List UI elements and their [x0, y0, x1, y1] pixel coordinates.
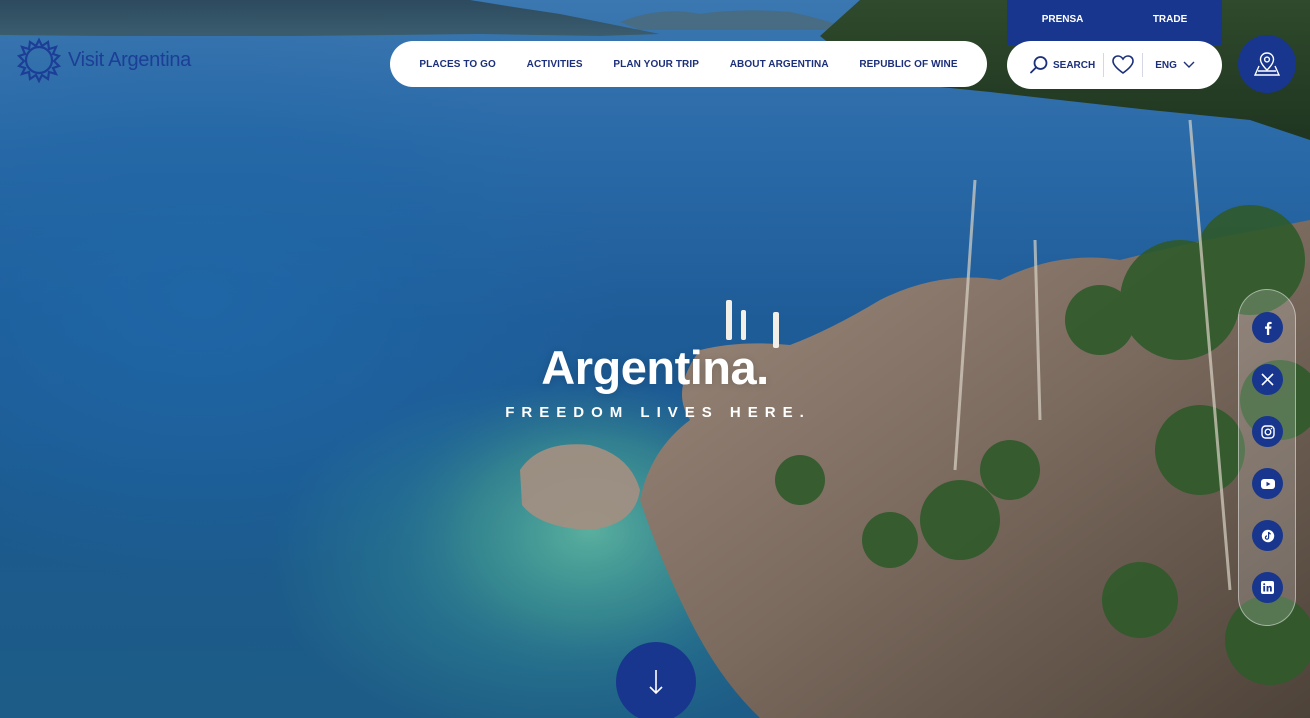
divider	[1103, 53, 1105, 77]
arrow-down-icon	[649, 670, 663, 695]
nav-item-about-argentina[interactable]: ABOUT ARGENTINA	[730, 59, 829, 70]
nav-item-places-to-go[interactable]: PLACES TO GO	[419, 59, 496, 70]
social-rail	[1238, 289, 1296, 626]
sun-logo-icon	[16, 37, 62, 83]
linkedin-icon	[1261, 581, 1274, 594]
favorites-button[interactable]	[1112, 55, 1135, 75]
language-selector[interactable]: ENG	[1155, 60, 1195, 71]
instagram-link[interactable]	[1252, 416, 1283, 447]
map-pin-icon	[1253, 52, 1281, 76]
x-link[interactable]	[1252, 364, 1283, 395]
nav-item-activities[interactable]: ACTIVITIES	[527, 59, 583, 70]
x-icon	[1261, 373, 1274, 386]
nav-item-republic-of-wine[interactable]: REPUBLIC OF WINE	[859, 59, 957, 70]
logo-text: Visit Argentina	[68, 48, 191, 71]
search-icon	[1030, 56, 1048, 74]
nav-item-plan-your-trip[interactable]: PLAN YOUR TRIP	[613, 59, 699, 70]
search-button[interactable]: SEARCH	[1029, 55, 1095, 75]
hero-tagline: FREEDOM LIVES HERE.	[505, 404, 811, 421]
linkedin-link[interactable]	[1252, 572, 1283, 603]
top-links: PRENSA TRADE	[1007, 0, 1222, 45]
tiktok-link[interactable]	[1252, 520, 1283, 551]
main-nav: PLACES TO GO ACTIVITIES PLAN YOUR TRIP A…	[390, 41, 987, 87]
divider	[1142, 53, 1144, 77]
youtube-icon	[1260, 478, 1275, 489]
trade-link[interactable]: TRADE	[1153, 14, 1187, 25]
heart-icon	[1112, 55, 1135, 74]
hero-title: Argentina.	[541, 341, 769, 394]
scroll-down-button[interactable]	[616, 642, 696, 718]
language-label: ENG	[1155, 59, 1177, 71]
youtube-link[interactable]	[1252, 468, 1283, 499]
map-button[interactable]	[1238, 35, 1296, 93]
site-logo[interactable]: Visit Argentina	[16, 37, 191, 83]
utility-bar: SEARCH ENG	[1007, 41, 1222, 89]
tiktok-icon	[1261, 529, 1274, 542]
chevron-down-icon	[1183, 61, 1195, 68]
facebook-link[interactable]	[1252, 312, 1283, 343]
press-link[interactable]: PRENSA	[1042, 14, 1084, 25]
search-label: SEARCH	[1053, 59, 1096, 71]
instagram-icon	[1260, 424, 1275, 439]
facebook-icon	[1264, 321, 1272, 335]
